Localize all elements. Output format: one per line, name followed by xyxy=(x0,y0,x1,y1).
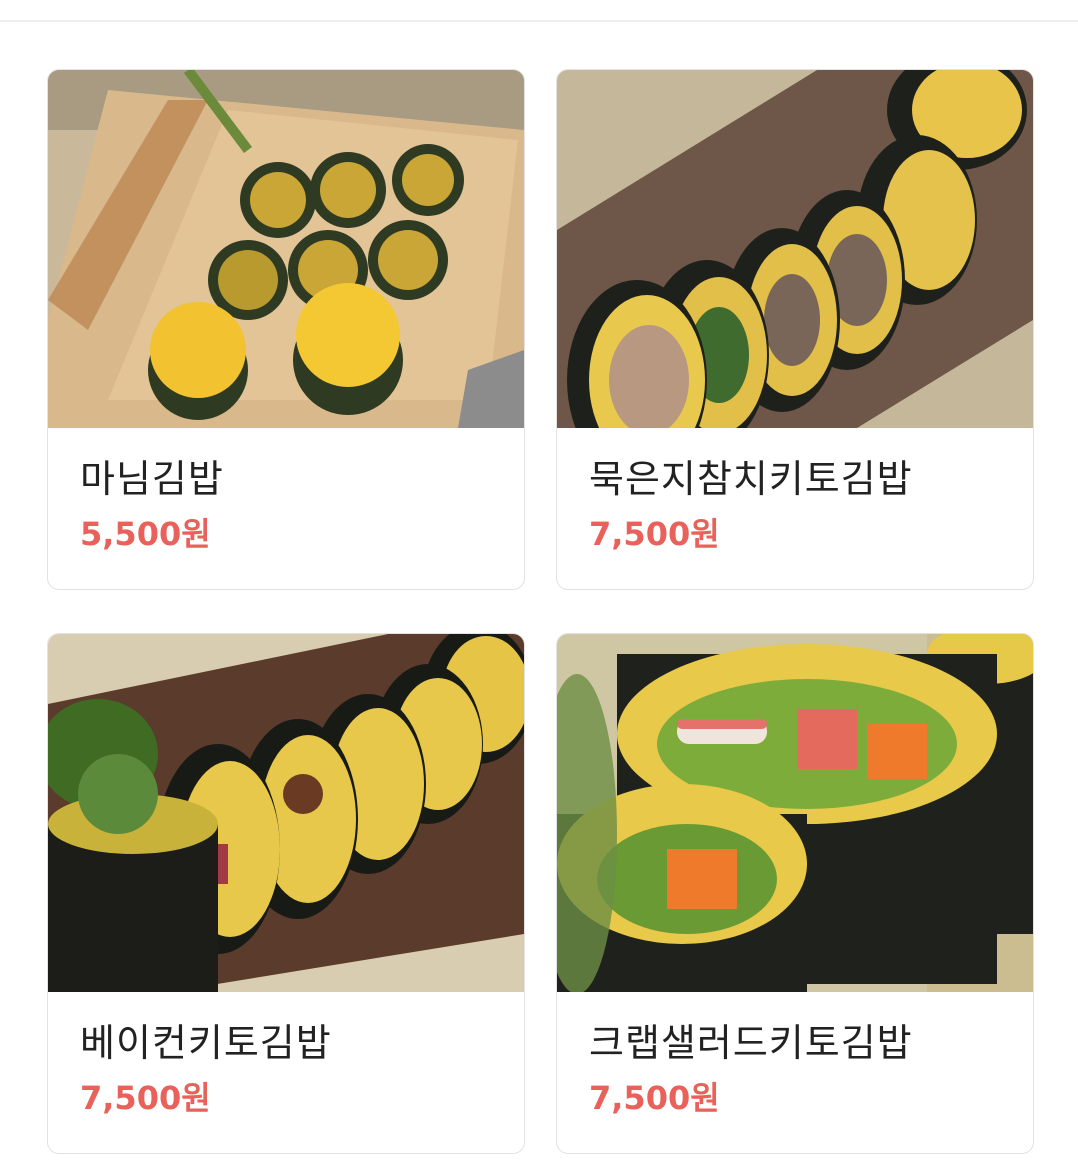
menu-item-photo xyxy=(557,70,1033,428)
menu-card-crab-salad-keto-kimbap[interactable]: 크랩샐러드키토김밥 7,500원 xyxy=(556,633,1034,1154)
menu-item-price: 7,500원 xyxy=(80,1079,211,1117)
menu-item-photo xyxy=(557,634,1033,992)
menu-item-price: 7,500원 xyxy=(589,515,720,553)
menu-item-photo xyxy=(48,634,524,992)
menu-item-price: 7,500원 xyxy=(589,1079,720,1117)
menu-item-name: 베이컨키토김밥 xyxy=(80,1021,332,1065)
menu-grid: 마님김밥 5,500원 묵은지참치키토김밥 7,500원 베이컨키토김밥 7,5… xyxy=(47,69,1034,1154)
menu-item-price: 5,500원 xyxy=(80,515,211,553)
menu-card-manim-kimbap[interactable]: 마님김밥 5,500원 xyxy=(47,69,525,590)
menu-item-photo xyxy=(48,70,524,428)
menu-card-bacon-keto-kimbap[interactable]: 베이컨키토김밥 7,500원 xyxy=(47,633,525,1154)
menu-item-name: 묵은지참치키토김밥 xyxy=(589,457,913,501)
menu-item-name: 마님김밥 xyxy=(80,457,224,501)
menu-item-name: 크랩샐러드키토김밥 xyxy=(589,1021,913,1065)
menu-card-mukeunji-tuna-keto-kimbap[interactable]: 묵은지참치키토김밥 7,500원 xyxy=(556,69,1034,590)
top-divider xyxy=(0,20,1078,22)
